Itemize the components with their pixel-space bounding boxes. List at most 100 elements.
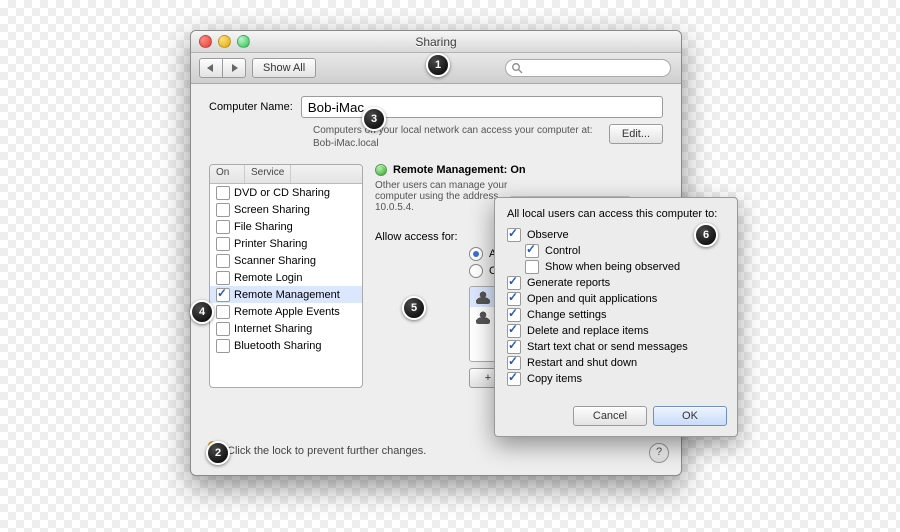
computer-name-row: Computer Name: — [209, 96, 663, 118]
user-icon — [476, 290, 490, 304]
col-on: On — [210, 165, 245, 183]
search-wrapper — [505, 59, 671, 77]
status-dot-icon — [375, 164, 387, 176]
callout-3: 3 — [362, 107, 386, 131]
status-sub1: Other users can manage your computer usi… — [375, 180, 507, 202]
computer-name-label: Computer Name: — [209, 101, 293, 113]
permission-option[interactable]: Copy items — [507, 372, 725, 386]
callout-1: 1 — [426, 53, 450, 77]
service-checkbox[interactable] — [216, 237, 230, 251]
service-label: DVD or CD Sharing — [234, 187, 330, 199]
help-button[interactable]: ? — [649, 443, 669, 463]
permission-label: Delete and replace items — [527, 325, 649, 337]
permission-checkbox[interactable] — [507, 356, 521, 370]
service-row[interactable]: Internet Sharing — [210, 320, 362, 337]
permission-option[interactable]: Control — [525, 244, 725, 258]
permission-option[interactable]: Restart and shut down — [507, 356, 725, 370]
back-button[interactable] — [199, 58, 223, 78]
permission-checkbox[interactable] — [507, 372, 521, 386]
status-sub2: 10.0.5.4. — [375, 202, 414, 213]
permission-checkbox[interactable] — [507, 324, 521, 338]
zoom-icon[interactable] — [237, 35, 250, 48]
computer-name-hint: Computers on your local network can acce… — [313, 124, 601, 150]
service-row[interactable]: DVD or CD Sharing — [210, 184, 362, 201]
search-input[interactable] — [505, 59, 671, 77]
window-title: Sharing — [191, 35, 681, 49]
service-checkbox[interactable] — [216, 288, 230, 302]
permission-option[interactable]: Open and quit applications — [507, 292, 725, 306]
permission-checkbox[interactable] — [507, 308, 521, 322]
permission-option[interactable]: Show when being observed — [525, 260, 725, 274]
service-checkbox[interactable] — [216, 305, 230, 319]
service-row[interactable]: Remote Management — [210, 286, 362, 303]
service-row[interactable]: Remote Login — [210, 269, 362, 286]
service-checkbox[interactable] — [216, 271, 230, 285]
service-row[interactable]: Screen Sharing — [210, 201, 362, 218]
service-label: Remote Management — [234, 289, 340, 301]
lock-footer: Click the lock to prevent further change… — [205, 440, 426, 461]
service-label: Internet Sharing — [234, 323, 312, 335]
search-icon — [511, 62, 523, 77]
status-label: Remote Management: On — [393, 164, 526, 176]
service-label: Remote Login — [234, 272, 303, 284]
callout-2: 2 — [206, 441, 230, 465]
user-icon — [476, 310, 490, 324]
service-label: Scanner Sharing — [234, 255, 316, 267]
services-header: On Service — [210, 165, 362, 184]
permission-label: Open and quit applications — [527, 293, 657, 305]
service-checkbox[interactable] — [216, 339, 230, 353]
sheet-header: All local users can access this computer… — [507, 208, 725, 220]
radio-icon — [469, 247, 483, 261]
cancel-button[interactable]: Cancel — [573, 406, 647, 426]
service-label: Bluetooth Sharing — [234, 340, 321, 352]
service-row[interactable]: Scanner Sharing — [210, 252, 362, 269]
callout-4: 4 — [190, 300, 214, 324]
service-checkbox[interactable] — [216, 203, 230, 217]
callout-6: 6 — [694, 223, 718, 247]
edit-button[interactable]: Edit... — [609, 124, 663, 144]
service-label: File Sharing — [234, 221, 293, 233]
permission-checkbox[interactable] — [525, 260, 539, 274]
nav-segment — [199, 58, 246, 78]
show-all-button[interactable]: Show All — [252, 58, 316, 78]
permission-checkbox[interactable] — [507, 276, 521, 290]
service-row[interactable]: Printer Sharing — [210, 235, 362, 252]
permission-option[interactable]: Start text chat or send messages — [507, 340, 725, 354]
permission-option[interactable]: Observe — [507, 228, 725, 242]
close-icon[interactable] — [199, 35, 212, 48]
permission-label: Generate reports — [527, 277, 610, 289]
permission-label: Change settings — [527, 309, 607, 321]
traffic-lights — [199, 35, 250, 48]
service-checkbox[interactable] — [216, 322, 230, 336]
service-checkbox[interactable] — [216, 254, 230, 268]
status-row: Remote Management: On — [375, 164, 663, 176]
permission-label: Copy items — [527, 373, 582, 385]
permission-option[interactable]: Delete and replace items — [507, 324, 725, 338]
service-row[interactable]: Bluetooth Sharing — [210, 337, 362, 354]
permission-label: Observe — [527, 229, 569, 241]
permission-option[interactable]: Generate reports — [507, 276, 725, 290]
forward-button[interactable] — [223, 58, 246, 78]
service-checkbox[interactable] — [216, 186, 230, 200]
service-row[interactable]: File Sharing — [210, 218, 362, 235]
computer-name-hint-row: Computers on your local network can acce… — [209, 124, 663, 150]
computer-name-input[interactable] — [301, 96, 663, 118]
callout-5: 5 — [402, 296, 426, 320]
service-label: Remote Apple Events — [234, 306, 340, 318]
minimize-icon[interactable] — [218, 35, 231, 48]
permission-label: Start text chat or send messages — [527, 341, 688, 353]
permission-label: Restart and shut down — [527, 357, 637, 369]
service-checkbox[interactable] — [216, 220, 230, 234]
service-row[interactable]: Remote Apple Events — [210, 303, 362, 320]
radio-icon — [469, 264, 483, 278]
permission-checkbox[interactable] — [507, 228, 521, 242]
hint-line2: Bob-iMac.local — [313, 138, 379, 149]
titlebar: Sharing — [191, 31, 681, 53]
permission-checkbox[interactable] — [525, 244, 539, 258]
permission-checkbox[interactable] — [507, 292, 521, 306]
permission-checkbox[interactable] — [507, 340, 521, 354]
permission-label: Show when being observed — [545, 261, 680, 273]
ok-button[interactable]: OK — [653, 406, 727, 426]
permission-option[interactable]: Change settings — [507, 308, 725, 322]
lock-text: Click the lock to prevent further change… — [227, 445, 426, 457]
